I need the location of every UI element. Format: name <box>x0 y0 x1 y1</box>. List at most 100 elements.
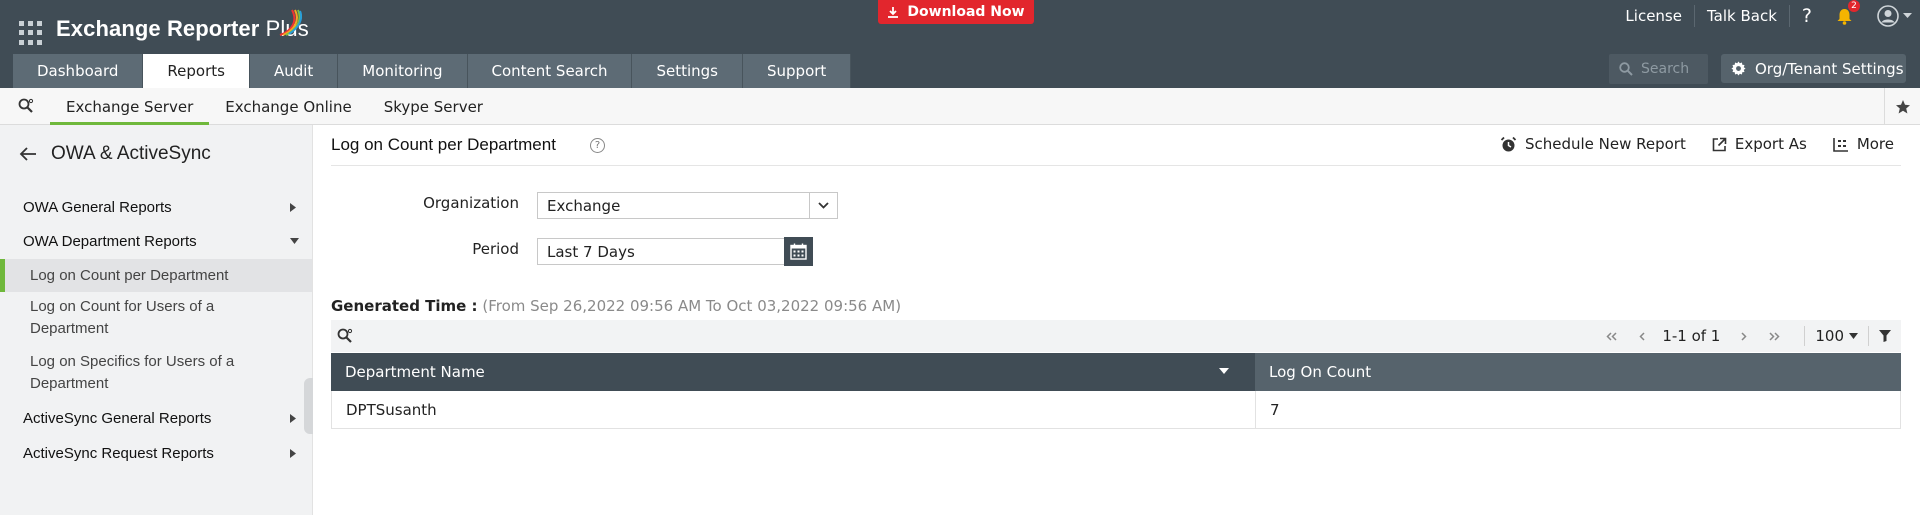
app-title: Exchange Reporter Plus <box>56 16 309 42</box>
sidebar-category-label: ActiveSync General Reports <box>23 409 212 427</box>
search-placeholder: Search <box>1641 61 1690 77</box>
table-row[interactable]: DPTSusanth 7 <box>331 391 1901 429</box>
help-circle-icon[interactable]: ? <box>590 138 605 153</box>
sidebar-item-log-on-count-per-department[interactable]: Log on Count per Department <box>0 259 312 292</box>
generated-time: Generated Time : (From Sep 26,2022 09:56… <box>331 297 901 315</box>
export-icon <box>1712 137 1727 151</box>
download-now-button[interactable]: Download Now <box>878 0 1034 24</box>
report-actions: Schedule New Report Export As More <box>1500 135 1894 153</box>
sidebar-item-log-on-specifics-users-department[interactable]: Log on Specifics for Users of a Departme… <box>0 351 280 395</box>
filter-button[interactable] <box>1879 330 1901 342</box>
previous-page-button[interactable] <box>1631 325 1653 347</box>
talk-back-link[interactable]: Talk Back <box>1695 5 1790 27</box>
org-tenant-settings-button[interactable]: Org/Tenant Settings <box>1721 54 1906 83</box>
column-label: Department Name <box>345 363 485 381</box>
organization-dropdown-toggle[interactable] <box>809 193 837 218</box>
sidebar-collapse-handle[interactable] <box>304 378 313 434</box>
caret-down-icon <box>290 238 299 244</box>
schedule-new-report-label: Schedule New Report <box>1524 135 1686 153</box>
tab-content-search[interactable]: Content Search <box>467 54 633 88</box>
caret-right-icon <box>290 448 296 458</box>
help-icon: ? <box>1801 5 1812 27</box>
chevron-down-icon <box>818 202 829 209</box>
generated-time-range: (From Sep 26,2022 09:56 AM To Oct 03,202… <box>482 297 902 315</box>
table-header: Department Name Log On Count <box>331 353 1901 391</box>
next-page-button[interactable] <box>1732 325 1754 347</box>
double-chevron-right-icon <box>1769 331 1780 341</box>
license-link[interactable]: License <box>1613 5 1695 27</box>
schedule-new-report-button[interactable]: Schedule New Report <box>1500 135 1686 153</box>
subtab-exchange-online[interactable]: Exchange Online <box>209 88 367 125</box>
tab-settings[interactable]: Settings <box>632 54 743 88</box>
tab-dashboard[interactable]: Dashboard <box>13 54 144 88</box>
table-toolbar: 1-1 of 1 100 <box>331 320 1901 352</box>
sidebar-category-owa-department[interactable]: OWA Department Reports <box>0 227 312 255</box>
gear-icon <box>1731 61 1746 76</box>
favorite-button[interactable] <box>1884 88 1920 125</box>
caret-right-icon <box>290 413 296 423</box>
notifications-button[interactable]: 2 <box>1824 0 1865 25</box>
user-menu-button[interactable] <box>1865 5 1920 27</box>
first-page-button[interactable] <box>1600 325 1622 347</box>
star-icon <box>1895 99 1910 113</box>
app-launcher-icon[interactable] <box>19 21 43 45</box>
last-page-button[interactable] <box>1763 325 1785 347</box>
sidebar-item-log-on-count-users-department[interactable]: Log on Count for Users of a Department <box>0 296 270 340</box>
back-arrow-icon[interactable] <box>19 146 37 162</box>
top-links: License Talk Back ? 2 <box>1613 0 1920 32</box>
sidebar-category-activesync-request[interactable]: ActiveSync Request Reports <box>0 439 312 467</box>
period-label: Period <box>472 240 519 258</box>
table-search-icon[interactable] <box>337 328 353 344</box>
download-icon <box>888 7 899 18</box>
export-as-button[interactable]: Export As <box>1712 135 1807 153</box>
tab-reports[interactable]: Reports <box>143 54 250 88</box>
search-settings-icon[interactable] <box>18 98 34 114</box>
chevron-right-icon <box>1741 331 1747 341</box>
chevron-left-icon <box>1639 331 1645 341</box>
sub-tabs: Exchange Server Exchange Online Skype Se… <box>50 88 499 125</box>
subtab-skype-server[interactable]: Skype Server <box>368 88 499 125</box>
organization-select[interactable]: Exchange <box>537 192 838 219</box>
tab-support[interactable]: Support <box>743 54 852 88</box>
cell-log-on-count: 7 <box>1270 400 1280 419</box>
tab-monitoring[interactable]: Monitoring <box>338 54 468 88</box>
page-count: 1-1 of 1 <box>1662 327 1721 345</box>
page-size-value: 100 <box>1815 327 1844 345</box>
calendar-button[interactable] <box>784 237 813 266</box>
sidebar-category-label: OWA General Reports <box>23 198 172 216</box>
sort-caret-down-icon[interactable] <box>1219 368 1229 374</box>
more-button[interactable]: More <box>1833 135 1894 153</box>
more-label: More <box>1856 135 1894 153</box>
sidebar-category-activesync-general[interactable]: ActiveSync General Reports <box>0 404 312 432</box>
notification-badge: 2 <box>1848 0 1860 12</box>
tab-audit[interactable]: Audit <box>249 54 339 88</box>
period-value: Last 7 Days <box>547 242 635 261</box>
download-now-label: Download Now <box>907 4 1025 20</box>
logo-swoosh-icon <box>279 9 302 36</box>
caret-down-icon <box>1849 333 1858 339</box>
app-name: Exchange Reporter <box>56 16 260 41</box>
cell-department-name: DPTSusanth <box>332 391 1256 428</box>
global-search-input[interactable]: Search <box>1609 54 1708 84</box>
title-divider <box>331 165 1901 166</box>
column-department-name[interactable]: Department Name <box>331 353 1255 391</box>
filter-icon <box>1879 330 1891 342</box>
sidebar-category-label: ActiveSync Request Reports <box>23 444 214 462</box>
organization-value: Exchange <box>547 196 621 215</box>
sidebar-category-owa-general[interactable]: OWA General Reports <box>0 193 312 221</box>
column-label: Log On Count <box>1269 363 1372 381</box>
user-avatar-icon <box>1877 5 1899 27</box>
page-size-select[interactable]: 100 <box>1815 327 1858 345</box>
export-as-label: Export As <box>1734 135 1807 153</box>
sidebar-category-label: OWA Department Reports <box>23 232 197 250</box>
column-log-on-count[interactable]: Log On Count <box>1255 353 1901 391</box>
subtab-exchange-server[interactable]: Exchange Server <box>50 88 210 125</box>
generated-time-label: Generated Time : <box>331 297 478 315</box>
sub-navigation: Exchange Server Exchange Online Skype Se… <box>0 88 1920 125</box>
pager-divider <box>1868 326 1869 346</box>
organization-label: Organization <box>423 194 519 212</box>
help-button[interactable]: ? <box>1790 5 1824 27</box>
period-input[interactable]: Last 7 Days <box>537 238 785 265</box>
calendar-icon <box>790 243 807 260</box>
top-header: Exchange Reporter Plus Download Now Lice… <box>0 0 1920 88</box>
